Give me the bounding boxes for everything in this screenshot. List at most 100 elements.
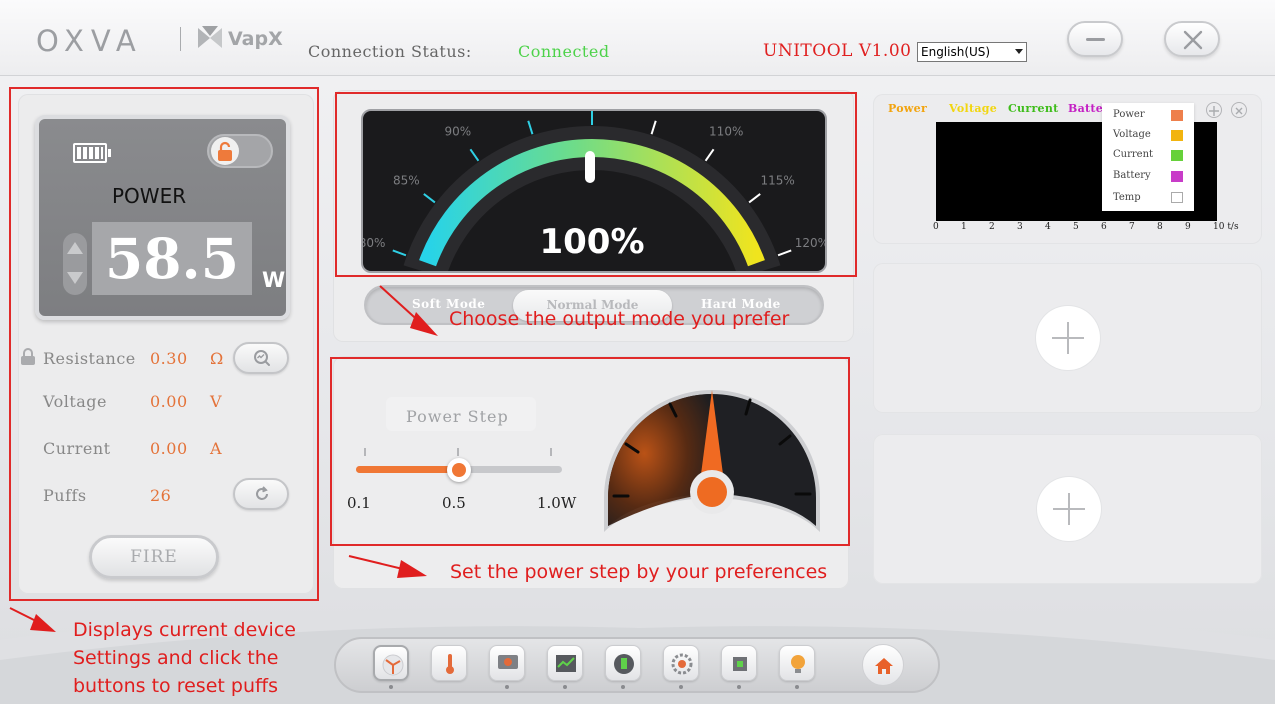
legend-voltage: Voltage <box>949 102 998 115</box>
legend-power: Power <box>888 102 928 115</box>
lock-toggle[interactable] <box>207 134 273 168</box>
power-label: POWER <box>112 184 187 208</box>
x-tick-label: 9 <box>1185 222 1191 232</box>
resistance-value: 0.30 <box>150 349 188 368</box>
decrease-arrow-icon[interactable] <box>67 272 83 284</box>
voltage-unit: V <box>210 392 222 411</box>
x-tick-label: 7 <box>1129 222 1135 232</box>
monitor-icon[interactable] <box>489 645 525 681</box>
reset-puffs-button[interactable] <box>233 478 289 510</box>
legend-row-temp: Temp <box>1113 192 1141 203</box>
close-icon <box>1235 107 1243 115</box>
current-value: 0.00 <box>150 439 188 458</box>
gauge-tick <box>777 249 792 257</box>
chart-add-button[interactable] <box>1206 102 1222 118</box>
increase-arrow-icon[interactable] <box>67 242 83 254</box>
gauge-scale-label: 110% <box>709 124 743 138</box>
dock-indicator <box>679 685 683 689</box>
unlock-icon <box>218 141 232 161</box>
graph-icon[interactable] <box>547 645 583 681</box>
slider-tick-mid <box>457 448 459 456</box>
arrow-icon <box>379 285 438 336</box>
minimize-button[interactable] <box>1067 21 1123 57</box>
slider-fill <box>356 466 459 473</box>
close-icon <box>1183 30 1203 50</box>
slider-tick-min <box>364 448 366 456</box>
legend-row-power: Power <box>1113 109 1145 120</box>
gauge-scale-label: 85% <box>393 174 420 188</box>
battery-gauge-icon[interactable] <box>605 645 641 681</box>
language-selected-value: English(US) <box>921 45 991 59</box>
connection-status-value: Connected <box>518 42 610 61</box>
current-unit: A <box>210 439 222 458</box>
vapx-logo: VapX <box>228 28 283 50</box>
dock-indicator <box>505 685 509 689</box>
dock-indicator-active <box>389 685 393 689</box>
voltage-value: 0.00 <box>150 392 188 411</box>
chevron-down-icon <box>1015 49 1023 54</box>
legend-swatch-battery[interactable] <box>1171 171 1183 182</box>
add-widget-icon[interactable] <box>1037 477 1101 541</box>
legend-row-current: Current <box>1113 149 1154 160</box>
puffs-label: Puffs <box>43 486 87 505</box>
power-stepper[interactable] <box>63 233 87 295</box>
power-step-dial <box>604 390 820 532</box>
legend-swatch-temp[interactable] <box>1171 192 1183 203</box>
dock-indicator <box>621 685 625 689</box>
x-tick-label: 3 <box>1017 222 1023 232</box>
output-gauge-display: 80%85%90%95%100%105%110%115%120% 100% <box>359 82 829 279</box>
current-label: Current <box>43 439 111 458</box>
puffs-value: 26 <box>150 486 172 505</box>
gauge-tick <box>748 193 761 204</box>
fire-button[interactable]: FIRE <box>89 535 219 579</box>
gauge-tick <box>392 249 407 257</box>
gauge-scale-label: 90% <box>444 124 471 138</box>
plus-icon <box>1209 106 1219 116</box>
x-tick-label: 1 <box>961 222 967 232</box>
output-mode-callout: Choose the output mode you prefer <box>449 308 790 330</box>
vapx-logo-icon <box>198 26 222 48</box>
add-widget-icon[interactable] <box>1036 306 1100 370</box>
resistance-check-button[interactable] <box>233 342 289 374</box>
device-callout-line-1: Displays current device <box>73 619 296 641</box>
output-gauge: 80%85%90%95%100%105%110%115%120% 100% <box>359 82 829 279</box>
voltage-label: Voltage <box>43 392 108 411</box>
close-button[interactable] <box>1164 21 1220 57</box>
power-unit: W <box>262 268 286 292</box>
arrow-icon <box>348 555 427 578</box>
home-button[interactable] <box>862 644 904 686</box>
language-select[interactable]: English(US) <box>917 42 1027 62</box>
power-value: 58.5 <box>92 222 252 295</box>
fan-icon[interactable] <box>373 645 409 681</box>
connection-status-label: Connection Status: <box>308 42 472 61</box>
logo-divider <box>180 27 181 51</box>
minimize-icon <box>1086 38 1105 41</box>
gauge-scale-label: 115% <box>760 174 794 188</box>
reset-icon <box>256 486 268 500</box>
chip-icon[interactable] <box>721 645 757 681</box>
x-tick-label: 8 <box>1157 222 1163 232</box>
bulb-icon[interactable] <box>779 645 815 681</box>
gauge-value-label: 100% <box>539 222 644 262</box>
legend-battery: Batte <box>1068 102 1104 115</box>
dock-indicator <box>563 685 567 689</box>
legend-swatch-power[interactable] <box>1171 110 1183 121</box>
legend-swatch-current[interactable] <box>1171 150 1183 161</box>
step-mid-label: 0.5 <box>442 494 466 512</box>
legend-row-battery: Battery <box>1113 170 1151 181</box>
slider-tick-max <box>550 448 552 456</box>
x-tick-label: 6 <box>1101 222 1107 232</box>
chart-close-button[interactable] <box>1231 102 1247 118</box>
dock-indicator <box>737 685 741 689</box>
x-tick-label: 4 <box>1045 222 1051 232</box>
legend-swatch-voltage[interactable] <box>1171 130 1183 141</box>
resistance-label: Resistance <box>43 349 136 368</box>
step-max-label: 1.0W <box>537 494 577 512</box>
slider-handle[interactable] <box>447 458 471 482</box>
oxva-logo: OXVA <box>36 24 143 58</box>
thermometer-icon[interactable] <box>431 645 467 681</box>
gauge-scale-label: 120% <box>795 236 825 250</box>
gear-icon[interactable] <box>663 645 699 681</box>
gauge-tick <box>650 120 657 135</box>
gauge-needle <box>585 151 595 183</box>
